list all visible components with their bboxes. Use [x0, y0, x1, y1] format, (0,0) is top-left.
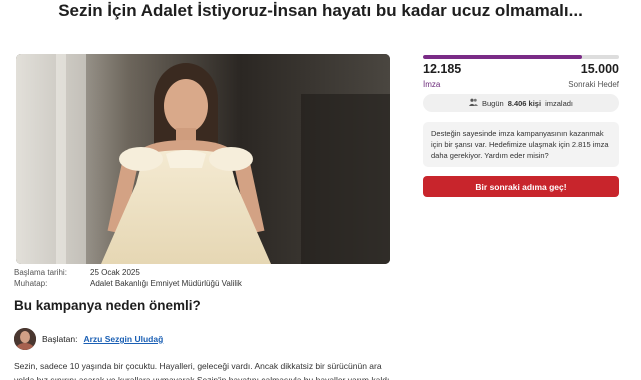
starter-prefix: Başlatan:: [42, 334, 78, 344]
girl-photo-image: [16, 54, 390, 264]
progress-fill: [423, 55, 583, 59]
today-signatures-pill: Bugün 8.406 kişi imzaladı: [423, 94, 619, 112]
start-date-row: Başlama tarihi: 25 Ocak 2025: [14, 268, 140, 277]
avatar[interactable]: [14, 328, 36, 350]
target-value: Adalet Bakanlığı Emniyet Müdürlüğü Valil…: [90, 279, 242, 288]
today-suffix: imzaladı: [545, 98, 573, 108]
petition-photo: [16, 54, 390, 264]
goal-label: Sonraki Hedef: [568, 80, 619, 89]
target-row: Muhatap: Adalet Bakanlığı Emniyet Müdürlü…: [14, 279, 242, 288]
starter-name-link[interactable]: Arzu Sezgin Uludağ: [83, 334, 163, 344]
signature-count: 12.185: [423, 62, 462, 76]
target-label: Muhatap:: [14, 279, 48, 288]
starter-row: Başlatan: Arzu Sezgin Uludağ: [14, 327, 163, 351]
goal-count: 15.000: [580, 62, 619, 76]
section-heading: Bu kampanya neden önemli?: [14, 298, 201, 313]
today-prefix: Bugün: [482, 98, 504, 108]
people-icon: [469, 98, 478, 108]
start-date-label: Başlama tarihi:: [14, 268, 67, 277]
start-date-value: 25 Ocak 2025: [90, 268, 140, 277]
today-count: 8.406 kişi: [507, 98, 542, 108]
signature-label: İmza: [423, 80, 441, 89]
campaign-description: Sezin, sadece 10 yaşında bir çocuktu. Ha…: [14, 361, 392, 380]
progress-bar: [423, 55, 619, 59]
goal-info-box: Desteğin sayesinde imza kampanyasının ka…: [423, 122, 619, 167]
next-step-button[interactable]: Bir sonraki adıma geç!: [423, 176, 619, 197]
petition-title: Sezin İçin Adalet İstiyoruz-İnsan hayatı…: [58, 1, 583, 20]
